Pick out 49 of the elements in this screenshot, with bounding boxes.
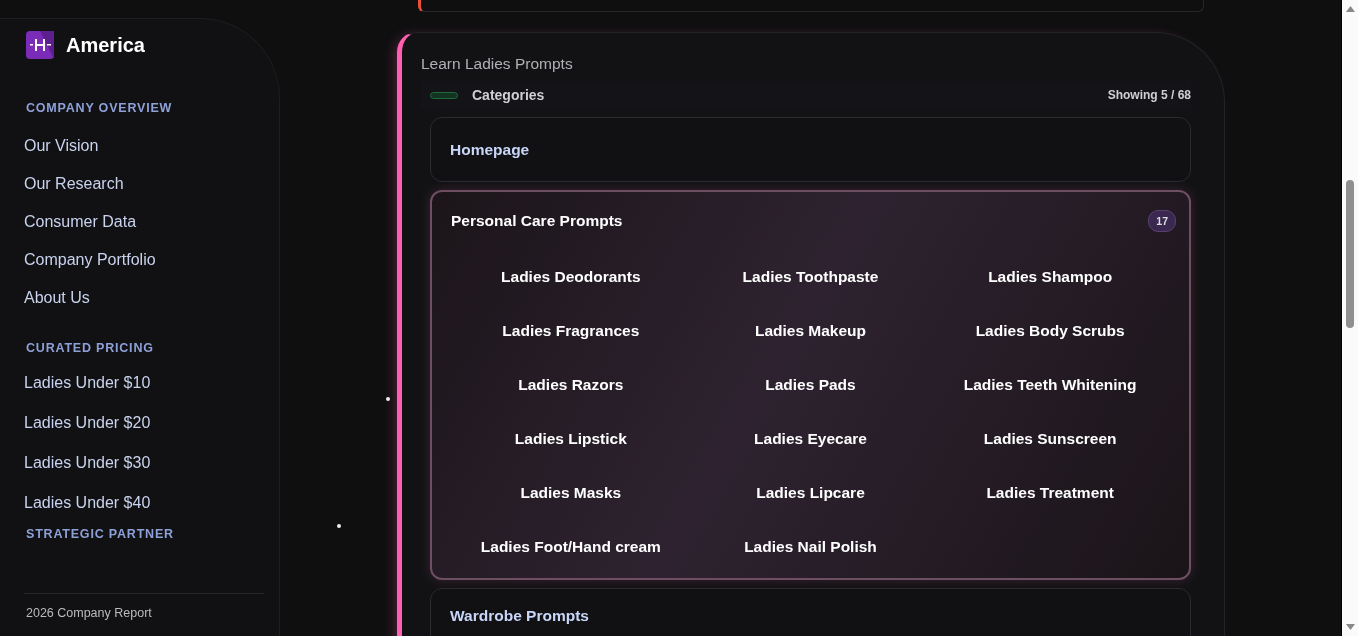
sidebar-link[interactable]: Company Portfolio (24, 241, 156, 279)
scroll-up-icon[interactable] (1345, 6, 1355, 12)
prompt-link[interactable]: Ladies Eyecare (754, 430, 867, 448)
prompt-link[interactable]: Ladies Masks (520, 484, 622, 502)
prompt-link[interactable]: Ladies Makeup (754, 322, 867, 340)
sidebar-link[interactable]: Our Vision (24, 127, 99, 165)
prompt-link[interactable]: Ladies Razors (518, 376, 624, 394)
prompt-link[interactable]: Ladies Treatment (986, 484, 1114, 502)
star-dot-icon (386, 397, 390, 401)
prompt-link[interactable]: Ladies Nail Polish (744, 538, 877, 556)
prompt-link[interactable]: Ladies Shampoo (988, 268, 1113, 286)
category-title: Personal Care Prompts (451, 212, 623, 230)
prompt-link[interactable]: Ladies Teeth Whitening (963, 376, 1137, 394)
section-heading: COMPANY OVERVIEW (26, 101, 174, 115)
status-pill-icon (430, 91, 458, 99)
prompt-link[interactable]: Ladies Sunscreen (983, 430, 1117, 448)
prompt-link[interactable]: Ladies Foot/Hand cream (480, 538, 661, 556)
prompt-link[interactable]: Ladies Lipcare (756, 484, 865, 502)
sidebar-link[interactable]: Our Research (24, 165, 124, 203)
sidebar-link[interactable]: Ladies Under $20 (24, 403, 151, 443)
section-heading: CURATED PRICING (26, 341, 155, 355)
scroll-down-icon[interactable] (1345, 624, 1355, 630)
prompt-link[interactable]: Ladies Pads (765, 376, 856, 394)
prompt-link[interactable]: Ladies Body Scrubs (975, 322, 1125, 340)
prompt-link[interactable]: Ladies Toothpaste (742, 268, 879, 286)
category-card[interactable] (430, 190, 1191, 580)
category-title: Homepage (450, 140, 530, 159)
category-title: Wardrobe Prompts (450, 607, 589, 625)
prompt-link[interactable]: Ladies Fragrances (502, 322, 640, 340)
category-card[interactable]: Wardrobe Prompts (430, 588, 1191, 636)
brand-name: America (66, 33, 145, 57)
sidebar-link[interactable]: Ladies Under $30 (24, 443, 151, 483)
sidebar-link[interactable]: About Us (24, 279, 90, 317)
prompt-link[interactable]: Ladies Deodorants (501, 268, 641, 286)
section-heading: STRATEGIC PARTNER (26, 527, 175, 541)
scroll-thumb[interactable] (1346, 180, 1354, 328)
panel-title: Learn Ladies Prompts (421, 55, 574, 73)
showing-count: Showing 5 / 68 (1107, 88, 1191, 102)
footer-text: 2026 Company Report (24, 593, 264, 620)
scrollbar[interactable] (1341, 0, 1358, 636)
count-badge: 17 (1148, 210, 1176, 232)
sidebar-link[interactable]: Consumer Data (24, 203, 137, 241)
sidebar-link[interactable]: Ladies Under $10 (24, 363, 151, 403)
category-card[interactable]: Homepage (430, 117, 1191, 182)
prompt-link[interactable]: Ladies Lipstick (514, 430, 627, 448)
sidebar-link[interactable]: Ladies Under $40 (24, 483, 151, 523)
logo-icon (26, 31, 54, 59)
star-dot-icon (337, 524, 341, 528)
categories-label: Categories (472, 87, 545, 103)
